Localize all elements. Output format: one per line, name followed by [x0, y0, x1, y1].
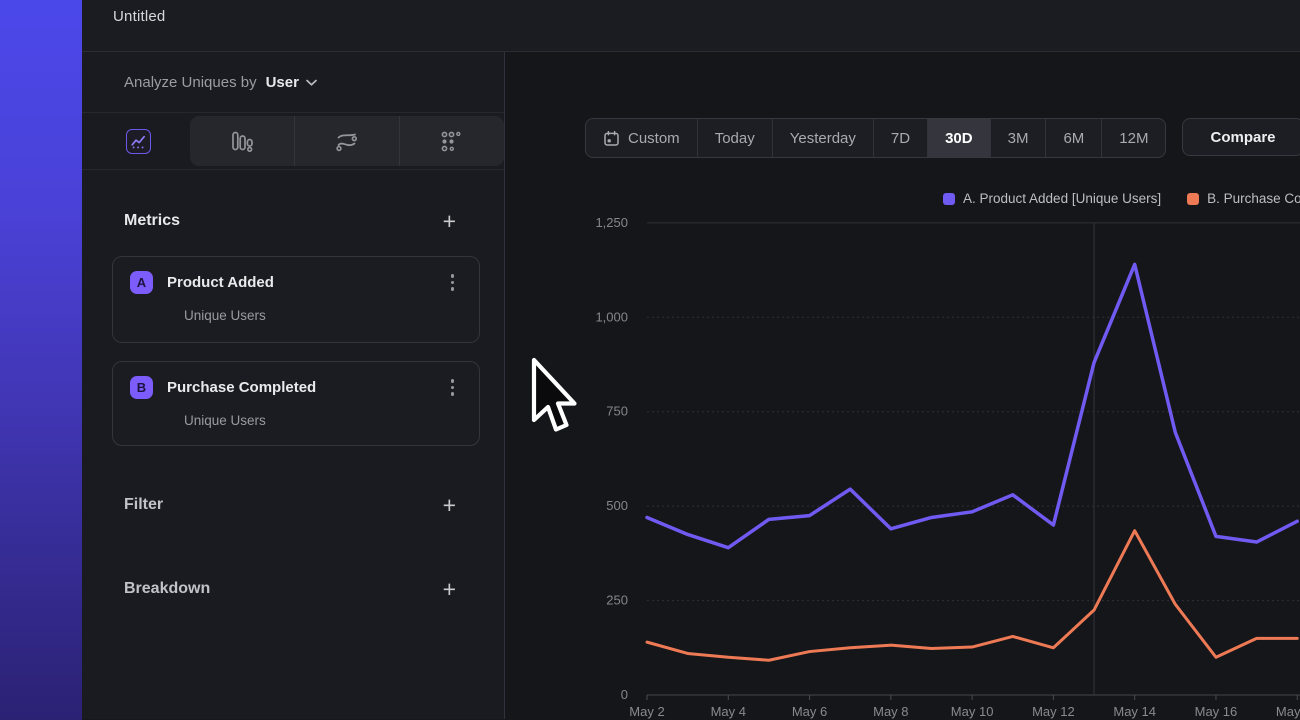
metric-title-b: Purchase Completed: [167, 379, 448, 396]
content: Analyze Uniques by User: [82, 52, 1300, 719]
y-tick-label: 1,000: [595, 309, 628, 324]
dots-grid-icon: [439, 129, 464, 154]
series-line-b[interactable]: [647, 531, 1297, 661]
series-line-a[interactable]: [647, 264, 1297, 547]
x-tick-label: May 10: [951, 704, 994, 719]
chevron-down-icon: [306, 79, 317, 86]
y-tick-label: 500: [606, 498, 628, 513]
analyze-entity-dropdown[interactable]: User: [266, 74, 317, 91]
query-builder-sidebar: Analyze Uniques by User: [82, 52, 505, 719]
analyze-entity-value: User: [266, 74, 299, 91]
x-tick-label: May 8: [873, 704, 908, 719]
breakdown-title: Breakdown: [124, 580, 210, 598]
metric-badge-b: B: [130, 376, 153, 399]
desktop-gradient-background: [0, 0, 82, 720]
tab-retention[interactable]: [399, 116, 504, 166]
filter-section-header: Filter +: [82, 496, 504, 514]
report-type-tabs: [82, 113, 504, 170]
line-chart-icon: [131, 134, 146, 149]
analytics-app-window: Untitled Analyze Uniques by User: [82, 0, 1300, 720]
x-tick-label: May 14: [1113, 704, 1156, 719]
metrics-title: Metrics: [124, 212, 180, 230]
x-tick-label: May 2: [629, 704, 664, 719]
line-chart[interactable]: 0 250 500 750 1,000 1,250 May 2 May 4 May 6 May 8…: [505, 52, 1300, 719]
tab-flows[interactable]: [294, 116, 399, 166]
y-tick-label: 0: [621, 687, 628, 702]
analyze-uniques-label: Analyze Uniques by: [124, 74, 257, 91]
metric-options-kebab-b[interactable]: [448, 376, 458, 399]
tab-funnels[interactable]: [190, 116, 294, 166]
analyze-row: Analyze Uniques by User: [82, 52, 504, 113]
metric-card-a-top: A Product Added: [130, 271, 457, 294]
x-tick-label: May 4: [711, 704, 746, 719]
x-tick-label: May 6: [792, 704, 827, 719]
metric-badge-a: A: [130, 271, 153, 294]
metric-card-b-top: B Purchase Completed: [130, 376, 457, 399]
add-filter-button[interactable]: +: [443, 497, 456, 513]
y-tick-label: 1,250: [595, 215, 628, 230]
x-tick-label: May 16: [1195, 704, 1238, 719]
metric-title-a: Product Added: [167, 274, 448, 291]
metric-card-a[interactable]: A Product Added Unique Users: [112, 256, 480, 343]
y-tick-label: 750: [606, 404, 628, 419]
report-title: Untitled: [113, 8, 165, 25]
topbar: Untitled: [82, 0, 1300, 52]
add-metric-button[interactable]: +: [443, 213, 456, 229]
filter-title: Filter: [124, 496, 163, 514]
screen: Untitled Analyze Uniques by User: [0, 0, 1300, 720]
tab-insights[interactable]: [126, 129, 151, 154]
chart-panel: Custom Today Yesterday 7D 30D 3M 6M 12M …: [505, 52, 1300, 719]
add-breakdown-button[interactable]: +: [443, 581, 456, 597]
metric-subtitle-b: Unique Users: [184, 413, 457, 428]
flows-icon: [334, 129, 359, 154]
metric-options-kebab-a[interactable]: [448, 271, 458, 294]
breakdown-section-header: Breakdown +: [82, 580, 504, 598]
metric-card-b[interactable]: B Purchase Completed Unique Users: [112, 361, 480, 446]
metric-subtitle-a: Unique Users: [184, 308, 457, 323]
metrics-section-header: Metrics +: [82, 212, 504, 230]
x-tick-label: May 18: [1276, 704, 1300, 719]
y-tick-label: 250: [606, 593, 628, 608]
x-tick-label: May 12: [1032, 704, 1075, 719]
funnel-bars-icon: [229, 129, 254, 154]
tab-strip: [190, 116, 504, 166]
